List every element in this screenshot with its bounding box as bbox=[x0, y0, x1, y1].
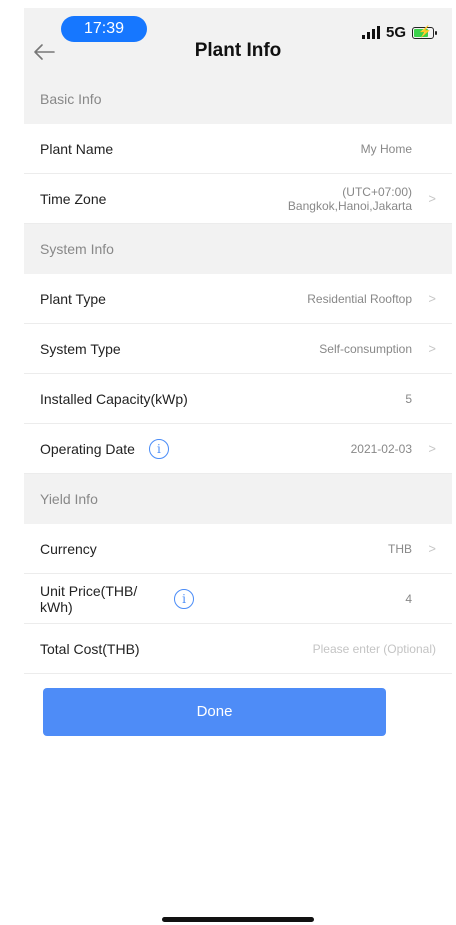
plant-info-screen: 17:39 5G ⚡ Plant Info Basic Info Plant N… bbox=[24, 8, 452, 674]
info-icon[interactable]: i bbox=[148, 438, 169, 459]
time-zone-label: Time Zone bbox=[40, 190, 107, 207]
installed-capacity-label: Installed Capacity(kWp) bbox=[40, 390, 188, 407]
section-system-info: System Info bbox=[24, 224, 452, 274]
system-type-row[interactable]: System Type Self-consumption > bbox=[24, 324, 452, 374]
status-indicators: 5G ⚡ bbox=[361, 24, 437, 41]
unit-price-value[interactable]: 4 bbox=[194, 592, 412, 606]
plant-name-label: Plant Name bbox=[40, 140, 114, 157]
status-time: 17:39 bbox=[61, 16, 147, 42]
plant-type-row[interactable]: Plant Type Residential Rooftop > bbox=[24, 274, 452, 324]
plant-type-label: Plant Type bbox=[40, 290, 106, 307]
info-icon[interactable]: i bbox=[174, 588, 194, 609]
currency-row[interactable]: Currency THB > bbox=[24, 524, 452, 574]
section-yield-info: Yield Info bbox=[24, 474, 452, 524]
currency-label: Currency bbox=[40, 540, 97, 557]
chevron-right-icon: > bbox=[428, 341, 436, 356]
system-type-label: System Type bbox=[40, 340, 121, 357]
total-cost-row[interactable]: Total Cost(THB) Please enter (Optional) bbox=[24, 624, 452, 674]
time-zone-value: (UTC+07:00) Bangkok,Hanoi,Jakarta bbox=[288, 185, 412, 213]
operating-date-label: Operating Date bbox=[40, 440, 135, 457]
currency-value: THB bbox=[388, 541, 412, 556]
operating-date-row[interactable]: Operating Date i 2021-02-03 > bbox=[24, 424, 452, 474]
plant-name-row[interactable]: Plant Name My Home bbox=[24, 124, 452, 174]
battery-icon: ⚡ bbox=[412, 25, 437, 39]
done-button[interactable]: Done bbox=[43, 688, 386, 736]
installed-capacity-row[interactable]: Installed Capacity(kWp) 5 bbox=[24, 374, 452, 424]
section-basic-info: Basic Info bbox=[24, 74, 452, 124]
page-title: Plant Info bbox=[194, 40, 282, 61]
chevron-right-icon: > bbox=[428, 291, 436, 306]
chevron-right-icon: > bbox=[428, 441, 436, 456]
plant-name-value[interactable]: My Home bbox=[361, 142, 412, 156]
plant-type-value: Residential Rooftop bbox=[307, 291, 412, 306]
signal-icon bbox=[361, 26, 380, 39]
installed-capacity-value[interactable]: 5 bbox=[405, 392, 412, 406]
time-zone-row[interactable]: Time Zone (UTC+07:00) Bangkok,Hanoi,Jaka… bbox=[24, 174, 452, 224]
system-type-value: Self-consumption bbox=[319, 341, 412, 356]
time-zone-cities: Bangkok,Hanoi,Jakarta bbox=[287, 198, 412, 213]
header: 17:39 5G ⚡ Plant Info bbox=[24, 8, 452, 74]
unit-price-row[interactable]: Unit Price(THB/ kWh) i 4 bbox=[24, 574, 452, 624]
operating-date-value: 2021-02-03 bbox=[350, 441, 412, 456]
charging-icon: ⚡ bbox=[418, 25, 432, 38]
network-label: 5G bbox=[385, 24, 406, 41]
home-indicator[interactable] bbox=[162, 917, 314, 922]
total-cost-label: Total Cost(THB) bbox=[40, 640, 140, 657]
chevron-right-icon: > bbox=[428, 541, 436, 556]
unit-price-label: Unit Price(THB/ kWh) bbox=[40, 582, 138, 615]
total-cost-input[interactable]: Please enter (Optional) bbox=[313, 642, 436, 656]
time-zone-offset: (UTC+07:00) bbox=[342, 184, 412, 199]
chevron-right-icon: > bbox=[428, 191, 436, 206]
